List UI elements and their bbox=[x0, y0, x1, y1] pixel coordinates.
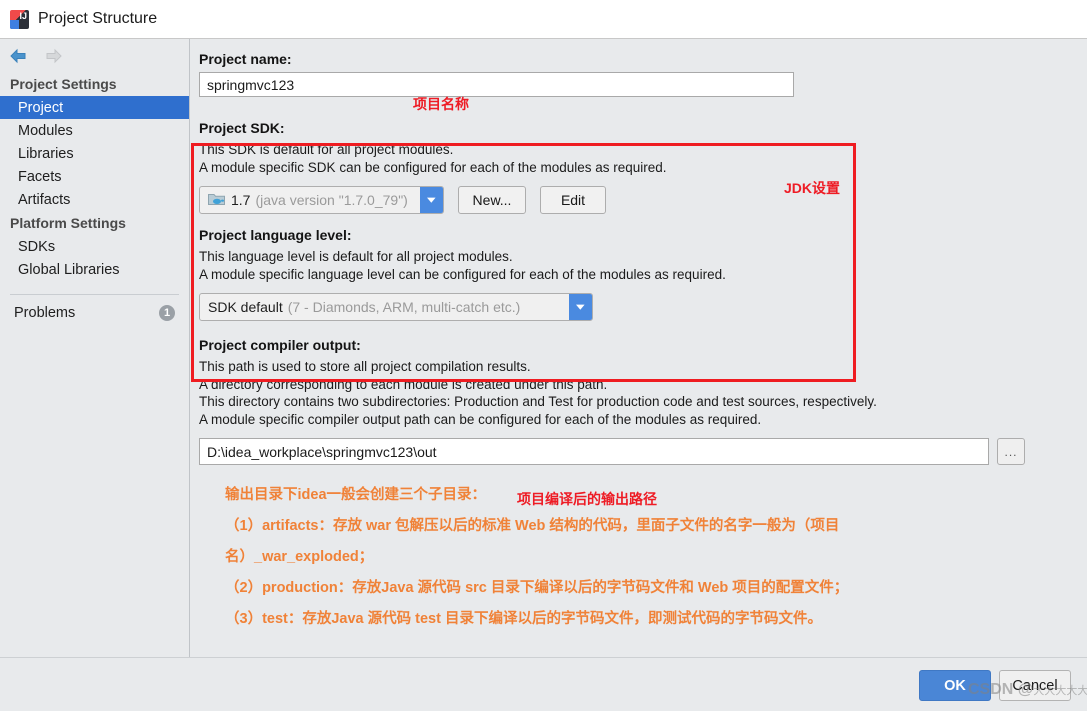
edit-sdk-button[interactable]: Edit bbox=[540, 186, 606, 214]
note-line: （3）test：存放Java 源代码 test 目录下编译以后的字节码文件，即测… bbox=[225, 611, 822, 627]
project-name-label: Project name: bbox=[199, 51, 292, 67]
annotation-project-name: 项目名称 bbox=[413, 96, 469, 112]
compiler-output-path-input[interactable]: D:\idea_workplace\springmvc123\out bbox=[199, 438, 989, 465]
project-language-level-value: SDK default bbox=[208, 299, 283, 315]
note-line: （2）production：存放Java 源代码 src 目录下编译以后的字节码… bbox=[225, 580, 849, 596]
edit-sdk-button-label: Edit bbox=[560, 192, 586, 208]
project-language-level-combobox[interactable]: SDK default (7 - Diamonds, ARM, multi-ca… bbox=[199, 293, 593, 321]
folder-java-icon bbox=[208, 192, 225, 209]
sidebar-item-libraries[interactable]: Libraries bbox=[0, 142, 189, 165]
note-line: 名）_war_exploded； bbox=[225, 549, 374, 565]
browse-output-path-button[interactable]: ... bbox=[997, 438, 1025, 465]
project-name-value: springmvc123 bbox=[207, 76, 295, 93]
project-compiler-output-desc-4: A module specific compiler output path c… bbox=[199, 411, 762, 427]
chevron-down-icon[interactable] bbox=[569, 294, 592, 320]
sidebar-item-modules[interactable]: Modules bbox=[0, 119, 189, 142]
sidebar-item-label: Global Libraries bbox=[18, 261, 120, 278]
sidebar-item-sdks[interactable]: SDKs bbox=[0, 235, 189, 258]
sidebar-item-label: Libraries bbox=[18, 145, 74, 162]
content-pane: Project name: springmvc123 Project SDK: … bbox=[190, 39, 1087, 657]
project-sdk-detail: (java version "1.7.0_79") bbox=[255, 192, 408, 208]
project-sdk-desc-1: This SDK is default for all project modu… bbox=[199, 142, 454, 157]
project-language-level-detail: (7 - Diamonds, ARM, multi-catch etc.) bbox=[287, 299, 521, 315]
project-language-level-desc-1: This language level is default for all p… bbox=[199, 249, 513, 264]
ok-button[interactable]: OK bbox=[919, 670, 991, 701]
note-line: （1）artifacts：存放 war 包解压以后的标准 Web 结构的代码，里… bbox=[225, 518, 840, 534]
intellij-idea-icon: IJ bbox=[10, 9, 29, 29]
new-sdk-button-label: New... bbox=[472, 192, 512, 208]
sidebar-item-label: SDKs bbox=[18, 238, 56, 255]
problems-count-badge: 1 bbox=[159, 305, 175, 321]
footer-button-group: OK Cancel bbox=[919, 670, 1071, 701]
sidebar-item-label: Project bbox=[18, 99, 64, 116]
sidebar-item-problems[interactable]: Problems 1 bbox=[0, 295, 189, 321]
new-sdk-button[interactable]: New... bbox=[458, 186, 526, 214]
window-title-bar: IJ Project Structure bbox=[0, 0, 1087, 39]
annotation-jdk-settings: JDK设置 bbox=[784, 180, 841, 196]
cancel-button[interactable]: Cancel bbox=[999, 670, 1071, 701]
project-compiler-output-desc-2: A directory corresponding to each module… bbox=[199, 376, 608, 392]
project-name-input[interactable]: springmvc123 bbox=[199, 72, 794, 97]
chevron-down-icon[interactable] bbox=[420, 187, 443, 213]
project-language-level-label: Project language level: bbox=[199, 227, 352, 243]
sidebar-navigation bbox=[0, 39, 189, 72]
project-compiler-output-label: Project compiler output: bbox=[199, 337, 361, 353]
ok-button-label: OK bbox=[944, 677, 966, 694]
cancel-button-label: Cancel bbox=[1012, 677, 1058, 694]
sidebar-item-global-libraries[interactable]: Global Libraries bbox=[0, 258, 189, 281]
window-title: Project Structure bbox=[38, 10, 158, 27]
browse-button-label: ... bbox=[1004, 444, 1018, 459]
arrow-left-icon[interactable] bbox=[8, 47, 30, 65]
project-language-level-desc-2: A module specific language level can be … bbox=[199, 266, 726, 282]
arrow-right-icon bbox=[42, 47, 64, 65]
project-sdk-desc-2: A module specific SDK can be configured … bbox=[199, 159, 667, 175]
compiler-output-path-value: D:\idea_workplace\springmvc123\out bbox=[207, 443, 437, 460]
sidebar-item-project[interactable]: Project bbox=[0, 96, 189, 119]
sidebar-item-facets[interactable]: Facets bbox=[0, 165, 189, 188]
sidebar: Project Settings Project Modules Librari… bbox=[0, 39, 190, 657]
sidebar-group-header-project-settings: Project Settings bbox=[10, 76, 117, 92]
dialog-footer: OK Cancel bbox=[0, 657, 1087, 711]
sidebar-item-label: Modules bbox=[18, 122, 73, 139]
project-compiler-output-desc-1: This path is used to store all project c… bbox=[199, 359, 531, 374]
sidebar-item-label: Facets bbox=[18, 168, 62, 185]
project-sdk-combobox[interactable]: 1.7 (java version "1.7.0_79") bbox=[199, 186, 444, 214]
dialog-body: Project Settings Project Modules Librari… bbox=[0, 39, 1087, 657]
sidebar-item-label: Problems bbox=[14, 305, 76, 321]
sidebar-item-artifacts[interactable]: Artifacts bbox=[0, 188, 189, 211]
project-sdk-label: Project SDK: bbox=[199, 120, 285, 136]
project-compiler-output-desc-3: This directory contains two subdirectori… bbox=[199, 394, 877, 409]
sidebar-item-label: Artifacts bbox=[18, 191, 71, 208]
annotation-output-path: 项目编译后的输出路径 bbox=[517, 491, 657, 507]
project-sdk-value: 1.7 bbox=[231, 192, 251, 208]
sidebar-group-header-platform-settings: Platform Settings bbox=[10, 215, 126, 231]
